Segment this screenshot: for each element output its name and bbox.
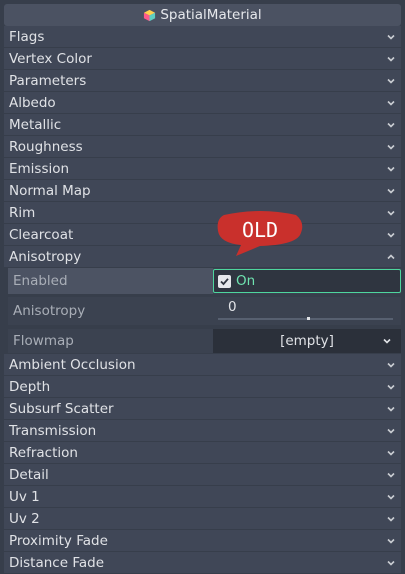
chevron-down-icon [387, 450, 395, 456]
section-distance-fade[interactable]: Distance Fade [4, 552, 401, 573]
chevron-down-icon [387, 210, 395, 216]
section-label: Rim [9, 204, 36, 221]
section-label: Proximity Fade [9, 532, 108, 549]
anisotropy-slider[interactable]: 0 [213, 297, 401, 325]
prop-enabled: Enabled On [8, 268, 401, 294]
chevron-down-icon [387, 144, 395, 150]
flowmap-label: Flowmap [13, 333, 74, 349]
section-depth[interactable]: Depth [4, 376, 401, 397]
section-transmission[interactable]: Transmission [4, 420, 401, 441]
section-label: Ambient Occlusion [9, 356, 136, 373]
chevron-down-icon [387, 56, 395, 62]
section-metallic[interactable]: Metallic [4, 114, 401, 135]
section-flags[interactable]: Flags [4, 26, 401, 47]
section-label: Normal Map [9, 182, 91, 199]
section-ambient-occlusion[interactable]: Ambient Occlusion [4, 354, 401, 375]
section-label: Clearcoat [9, 226, 74, 243]
section-label: Parameters [9, 72, 87, 89]
chevron-down-icon [387, 384, 395, 390]
material-cube-icon [144, 9, 156, 21]
chevron-down-icon [387, 34, 395, 40]
slider-grabber[interactable] [307, 317, 310, 320]
enabled-value: On [236, 273, 256, 289]
section-clearcoat[interactable]: Clearcoat [4, 224, 401, 245]
chevron-down-icon [387, 494, 395, 500]
section-roughness[interactable]: Roughness [4, 136, 401, 157]
chevron-down-icon [383, 338, 391, 344]
chevron-down-icon [387, 428, 395, 434]
section-label: Anisotropy [9, 248, 82, 265]
section-anisotropy[interactable]: Anisotropy [4, 246, 401, 267]
section-emission[interactable]: Emission [4, 158, 401, 179]
chevron-down-icon [387, 78, 395, 84]
section-label: Uv 1 [9, 488, 40, 505]
chevron-down-icon [387, 100, 395, 106]
chevron-down-icon [387, 538, 395, 544]
slider-track[interactable] [218, 318, 393, 320]
section-albedo[interactable]: Albedo [4, 92, 401, 113]
section-label: Albedo [9, 94, 56, 111]
title-text: SpatialMaterial [160, 7, 262, 23]
section-label: Detail [9, 466, 49, 483]
section-label: Transmission [9, 422, 97, 439]
prop-flowmap: Flowmap [empty] [8, 329, 401, 353]
section-parameters[interactable]: Parameters [4, 70, 401, 91]
chevron-down-icon [387, 188, 395, 194]
section-proximity-fade[interactable]: Proximity Fade [4, 530, 401, 551]
prop-anisotropy: Anisotropy 0 [8, 297, 401, 325]
chevron-down-icon [387, 516, 395, 522]
section-label: Uv 2 [9, 510, 40, 527]
section-label: Depth [9, 378, 51, 395]
section-refraction[interactable]: Refraction [4, 442, 401, 463]
section-uv-1[interactable]: Uv 1 [4, 486, 401, 507]
badge-text: OLD [242, 218, 278, 242]
section-label: Distance Fade [9, 554, 104, 571]
flowmap-resource-picker[interactable]: [empty] [213, 329, 401, 353]
anisotropy-value: 0 [228, 299, 237, 315]
chevron-down-icon [387, 560, 395, 566]
chevron-down-icon [387, 122, 395, 128]
old-badge: OLD [217, 211, 303, 256]
chevron-down-icon [387, 166, 395, 172]
chevron-down-icon [387, 406, 395, 412]
section-label: Metallic [9, 116, 62, 133]
section-label: Vertex Color [9, 50, 92, 67]
section-label: Emission [9, 160, 70, 177]
chevron-up-icon [387, 253, 395, 259]
section-detail[interactable]: Detail [4, 464, 401, 485]
enabled-checkbox[interactable]: On [213, 269, 401, 293]
inspector-title: SpatialMaterial [4, 4, 401, 26]
section-label: Flags [9, 28, 45, 45]
section-label: Refraction [9, 444, 78, 461]
section-normal-map[interactable]: Normal Map [4, 180, 401, 201]
checkmark-icon [218, 274, 231, 288]
section-vertex-color[interactable]: Vertex Color [4, 48, 401, 69]
enabled-label: Enabled [8, 268, 213, 294]
section-label: Roughness [9, 138, 83, 155]
flowmap-value: [empty] [280, 333, 334, 349]
chevron-down-icon [387, 472, 395, 478]
anisotropy-label: Anisotropy [13, 303, 86, 319]
section-rim[interactable]: Rim [4, 202, 401, 223]
section-label: Subsurf Scatter [9, 400, 114, 417]
section-uv-2[interactable]: Uv 2 [4, 508, 401, 529]
chevron-down-icon [387, 362, 395, 368]
chevron-down-icon [387, 232, 395, 238]
section-subsurf-scatter[interactable]: Subsurf Scatter [4, 398, 401, 419]
